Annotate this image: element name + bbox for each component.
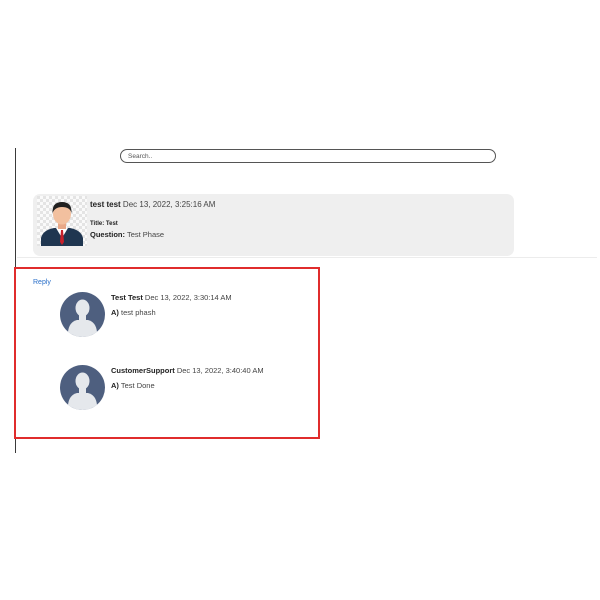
question-timestamp: Dec 13, 2022, 3:25:16 AM	[122, 200, 216, 209]
answer-item: CustomerSupport Dec 13, 2022, 3:40:40 AM…	[60, 365, 310, 415]
title-value: Test	[105, 221, 118, 227]
answer-timestamp: Dec 13, 2022, 3:40:40 AM	[176, 366, 264, 375]
answer-timestamp: Dec 13, 2022, 3:30:14 AM	[144, 293, 232, 302]
question-card: test test Dec 13, 2022, 3:25:16 AM Title…	[33, 194, 514, 256]
question-label: Question:	[90, 230, 125, 239]
default-avatar-icon	[60, 365, 105, 410]
search-input[interactable]	[120, 149, 496, 163]
answer-text-row: A) Test Done	[111, 381, 155, 390]
answer-prefix: A)	[111, 308, 119, 317]
answer-text: test phash	[121, 308, 156, 317]
user-avatar-icon	[37, 196, 87, 246]
question-author: test test	[90, 200, 121, 209]
section-divider	[17, 257, 597, 258]
answer-author: Test Test	[111, 293, 143, 302]
answer-text: Test Done	[120, 381, 155, 390]
question-text-row: Question: Test Phase	[90, 230, 164, 239]
answer-prefix: A)	[111, 381, 119, 390]
question-header: test test Dec 13, 2022, 3:25:16 AM	[90, 200, 215, 209]
answer-header: Test Test Dec 13, 2022, 3:30:14 AM	[111, 293, 232, 302]
reply-link[interactable]: Reply	[33, 279, 51, 286]
default-avatar-icon	[60, 292, 105, 337]
answer-item: Test Test Dec 13, 2022, 3:30:14 AM A) te…	[60, 292, 310, 342]
question-value: Test Phase	[126, 230, 165, 239]
answer-text-row: A) test phash	[111, 308, 156, 317]
question-title-row: Title: Test	[90, 221, 118, 227]
answer-author: CustomerSupport	[111, 366, 175, 375]
answer-header: CustomerSupport Dec 13, 2022, 3:40:40 AM	[111, 366, 264, 375]
title-label: Title:	[90, 221, 105, 227]
